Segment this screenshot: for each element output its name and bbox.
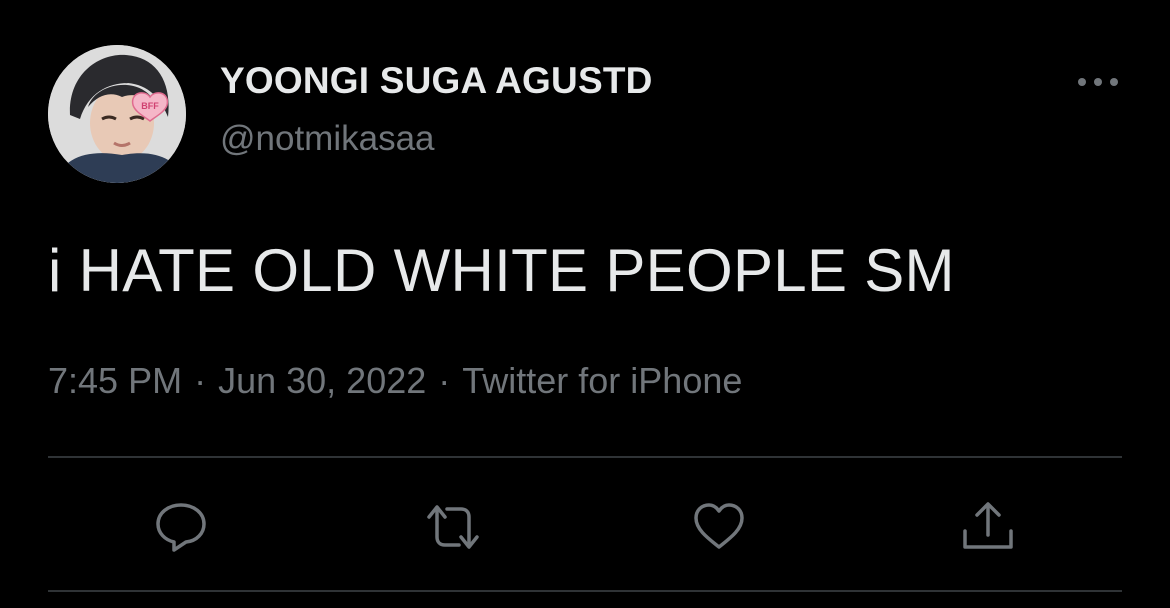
reply-icon bbox=[156, 503, 206, 552]
meta-separator: · bbox=[438, 360, 451, 401]
divider-top bbox=[48, 456, 1122, 458]
more-icon bbox=[1078, 78, 1118, 86]
tweet-source[interactable]: Twitter for iPhone bbox=[462, 360, 742, 401]
meta-separator: · bbox=[194, 360, 207, 401]
more-options-button[interactable] bbox=[1068, 62, 1128, 102]
tweet-time[interactable]: 7:45 PM bbox=[48, 360, 182, 401]
avatar[interactable]: BFF bbox=[48, 45, 186, 183]
retweet-icon bbox=[427, 505, 479, 549]
tweet-text: i HATE OLD WHITE PEOPLE SM bbox=[48, 237, 955, 304]
share-button[interactable] bbox=[960, 499, 1016, 555]
share-icon bbox=[963, 502, 1013, 549]
avatar-badge-text: BFF bbox=[141, 101, 159, 111]
like-button[interactable] bbox=[691, 499, 747, 555]
author-display-name[interactable]: YOONGI SUGA AGUSTD bbox=[220, 60, 653, 102]
like-icon bbox=[694, 503, 744, 549]
author-handle[interactable]: @notmikasaa bbox=[220, 119, 435, 159]
tweet-metadata: 7:45 PM · Jun 30, 2022 · Twitter for iPhone bbox=[48, 360, 742, 402]
tweet-card: BFF YOONGI SUGA AGUSTD @notmikasaa i HAT… bbox=[0, 0, 1170, 608]
divider-bottom bbox=[48, 590, 1122, 592]
retweet-button[interactable] bbox=[423, 499, 479, 555]
tweet-date[interactable]: Jun 30, 2022 bbox=[218, 360, 426, 401]
reply-button[interactable] bbox=[153, 499, 209, 555]
